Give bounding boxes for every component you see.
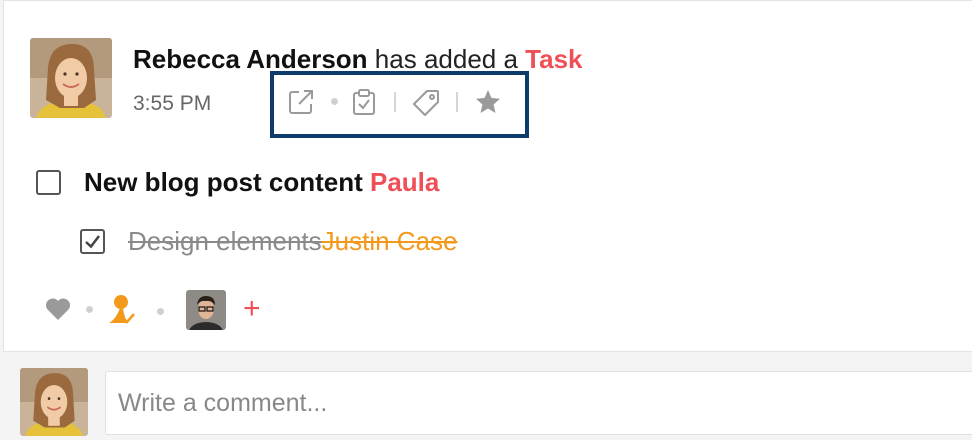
current-user-avatar (20, 368, 88, 436)
tag-icon[interactable] (411, 88, 441, 123)
author-avatar[interactable] (30, 38, 112, 118)
subtask-title[interactable]: Design elements (128, 226, 322, 256)
reaction-dot-separator (157, 308, 164, 315)
participant-avatar[interactable] (186, 290, 226, 330)
task-checkbox[interactable] (36, 170, 61, 195)
star-icon[interactable] (474, 88, 502, 121)
heart-icon[interactable] (44, 296, 72, 327)
post-object-type[interactable]: Task (525, 44, 582, 74)
post-timestamp: 3:55 PM (133, 92, 212, 115)
task-title-text[interactable]: New blog post content (84, 167, 363, 197)
add-icon[interactable]: + (243, 292, 261, 326)
author-name[interactable]: Rebecca Anderson (133, 44, 368, 74)
toolbar-divider (456, 92, 458, 112)
task-title: New blog post content Paula (84, 165, 439, 199)
toolbar-dot-separator (331, 98, 338, 105)
clipboard-check-icon[interactable] (350, 88, 378, 121)
check-icon (85, 235, 100, 249)
task-assignee[interactable]: Paula (370, 167, 439, 197)
subtask-assignee[interactable]: Justin Case (322, 226, 458, 256)
comment-input[interactable] (105, 371, 972, 435)
post-verb: has added a (374, 44, 518, 74)
toolbar-divider (394, 92, 396, 112)
subtask-checkbox[interactable] (80, 229, 105, 254)
assign-user-icon[interactable] (106, 293, 138, 332)
external-link-icon[interactable] (287, 88, 315, 121)
reaction-dot-separator (86, 306, 93, 313)
subtask-item: Design elementsJustin Case (128, 224, 458, 258)
